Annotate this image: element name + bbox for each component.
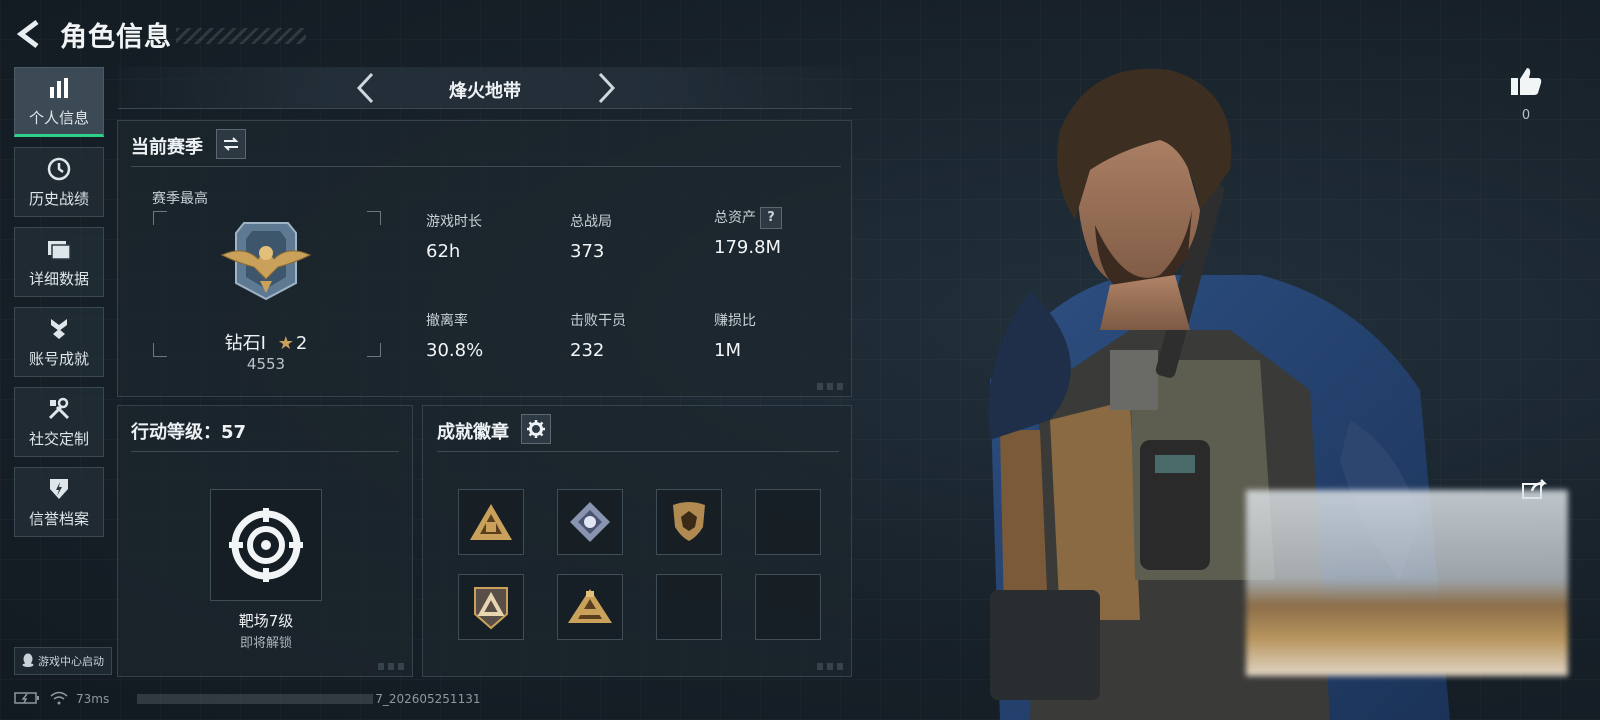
panel-corner-decoration: [817, 383, 845, 390]
battery-icon: [14, 691, 40, 707]
game-center-label: 游戏中心启动: [38, 655, 104, 668]
masked-text: [137, 694, 374, 704]
stat-play-time: 游戏时长 62h: [426, 211, 556, 262]
season-best-label: 赛季最高: [152, 191, 208, 207]
history-icon: [46, 156, 72, 182]
triangle-squad-badge[interactable]: [458, 489, 524, 555]
like-button[interactable]: 0: [1508, 66, 1544, 123]
divider: [131, 166, 841, 167]
stat-value: 30.8%: [426, 340, 484, 361]
stat-value: 232: [570, 340, 605, 361]
ping-value: 73ms: [76, 692, 110, 706]
shooting-range-card[interactable]: [210, 489, 322, 601]
blurred-region: [1246, 490, 1568, 676]
achievements-title: 成就徽章: [437, 422, 509, 443]
shield-icon: [46, 476, 72, 502]
tools-icon: [46, 396, 72, 422]
divider: [437, 451, 839, 452]
stat-total-assets: 总资产? 179.8M: [714, 207, 844, 258]
sidebar-item-reputation[interactable]: 信誉档案: [14, 467, 104, 537]
sidebar-item-label: 个人信息: [28, 108, 89, 127]
mode-name: 烽火地带: [449, 81, 521, 102]
triangle-shield-badge[interactable]: [458, 574, 524, 640]
switch-season-icon[interactable]: [216, 129, 246, 159]
stat-label: 撤离率: [426, 313, 468, 329]
header: 角色信息: [14, 14, 306, 54]
rank-stars: 2: [295, 333, 308, 354]
panel-corner-decoration: [378, 663, 406, 670]
build-id: 7_202605251131: [375, 692, 481, 706]
sidebar: 个人信息 历史战绩 详细数据 账号成就 社交定制 信誉档案: [14, 67, 106, 547]
stat-value: 373: [570, 241, 605, 262]
stat-value: 179.8M: [714, 237, 782, 258]
star-icon: ★: [277, 333, 294, 354]
action-level-panel: 行动等级：57 靶场7级 即将解锁: [117, 405, 413, 677]
target-icon: [229, 508, 303, 582]
stat-label: 游戏时长: [426, 214, 482, 230]
stat-extract-rate: 撤离率 30.8%: [426, 310, 556, 361]
sidebar-item-social[interactable]: 社交定制: [14, 387, 104, 457]
settings-gear-icon[interactable]: [521, 414, 551, 444]
stat-label: 赚损比: [714, 313, 756, 329]
empty-badge-slot[interactable]: [755, 574, 821, 640]
shield-crest-badge[interactable]: [656, 489, 722, 555]
game-center-button[interactable]: 游戏中心启动: [14, 647, 112, 675]
rank-emblem-icon: [220, 222, 312, 301]
page-title: 角色信息: [60, 21, 172, 53]
title-decoration: [176, 28, 306, 44]
achievements-panel: 成就徽章: [422, 405, 852, 677]
wifi-icon: [50, 691, 68, 708]
empty-badge-slot[interactable]: [656, 574, 722, 640]
panel-corner-decoration: [817, 663, 845, 670]
diamond-gear-badge[interactable]: [557, 489, 623, 555]
rank-display: 钻石I ★ 2: [118, 329, 414, 355]
thumbs-up-icon: [1511, 68, 1542, 95]
sidebar-item-details[interactable]: 详细数据: [14, 227, 104, 297]
sidebar-item-achievements[interactable]: 账号成就: [14, 307, 104, 377]
back-arrow-icon[interactable]: [14, 17, 44, 51]
target-name: 靶场7级: [238, 612, 294, 630]
season-title: 当前赛季: [131, 137, 203, 158]
target-status: 即将解锁: [239, 636, 292, 651]
sidebar-item-label: 详细数据: [28, 269, 89, 288]
sidebar-item-label: 信誉档案: [28, 509, 89, 528]
stat-label: 击败干员: [570, 313, 626, 329]
sidebar-item-personal-info[interactable]: 个人信息: [14, 67, 104, 137]
stat-value: 1M: [714, 340, 741, 361]
pyramid-crest-badge[interactable]: [557, 574, 623, 640]
action-level-title: 行动等级：57: [131, 422, 247, 443]
rank-score: 4553: [246, 355, 286, 373]
stat-profit-loss: 赚损比 1M: [714, 310, 844, 361]
status-bar: 73ms 7_202605251131: [14, 690, 480, 708]
sidebar-item-history[interactable]: 历史战绩: [14, 147, 104, 217]
sidebar-item-label: 账号成就: [28, 349, 89, 368]
sidebar-item-label: 社交定制: [28, 429, 89, 448]
divider: [131, 451, 399, 452]
bar-chart-icon: [46, 75, 72, 101]
stat-total-matches: 总战局 373: [570, 211, 700, 262]
stat-value: 62h: [426, 241, 461, 262]
stat-label: 总战局: [570, 214, 612, 230]
next-mode-icon[interactable]: [592, 71, 622, 105]
penguin-icon: [22, 653, 34, 670]
sidebar-item-label: 历史战绩: [28, 189, 89, 208]
rank-name: 钻石I: [224, 333, 266, 354]
help-icon[interactable]: ?: [760, 207, 782, 229]
medal-icon: [46, 316, 72, 342]
empty-badge-slot[interactable]: [755, 489, 821, 555]
stat-label-row: 总资产?: [714, 207, 844, 229]
like-count: 0: [1521, 108, 1531, 123]
mode-selector: 烽火地带: [118, 67, 852, 109]
stat-operators-defeated: 击败干员 232: [570, 310, 700, 361]
folder-icon: [46, 236, 72, 262]
stat-label: 总资产: [714, 210, 756, 226]
season-panel: 当前赛季 赛季最高 钻石I ★ 2 4553 游戏时长 62h 总战局 373 总…: [117, 120, 852, 397]
